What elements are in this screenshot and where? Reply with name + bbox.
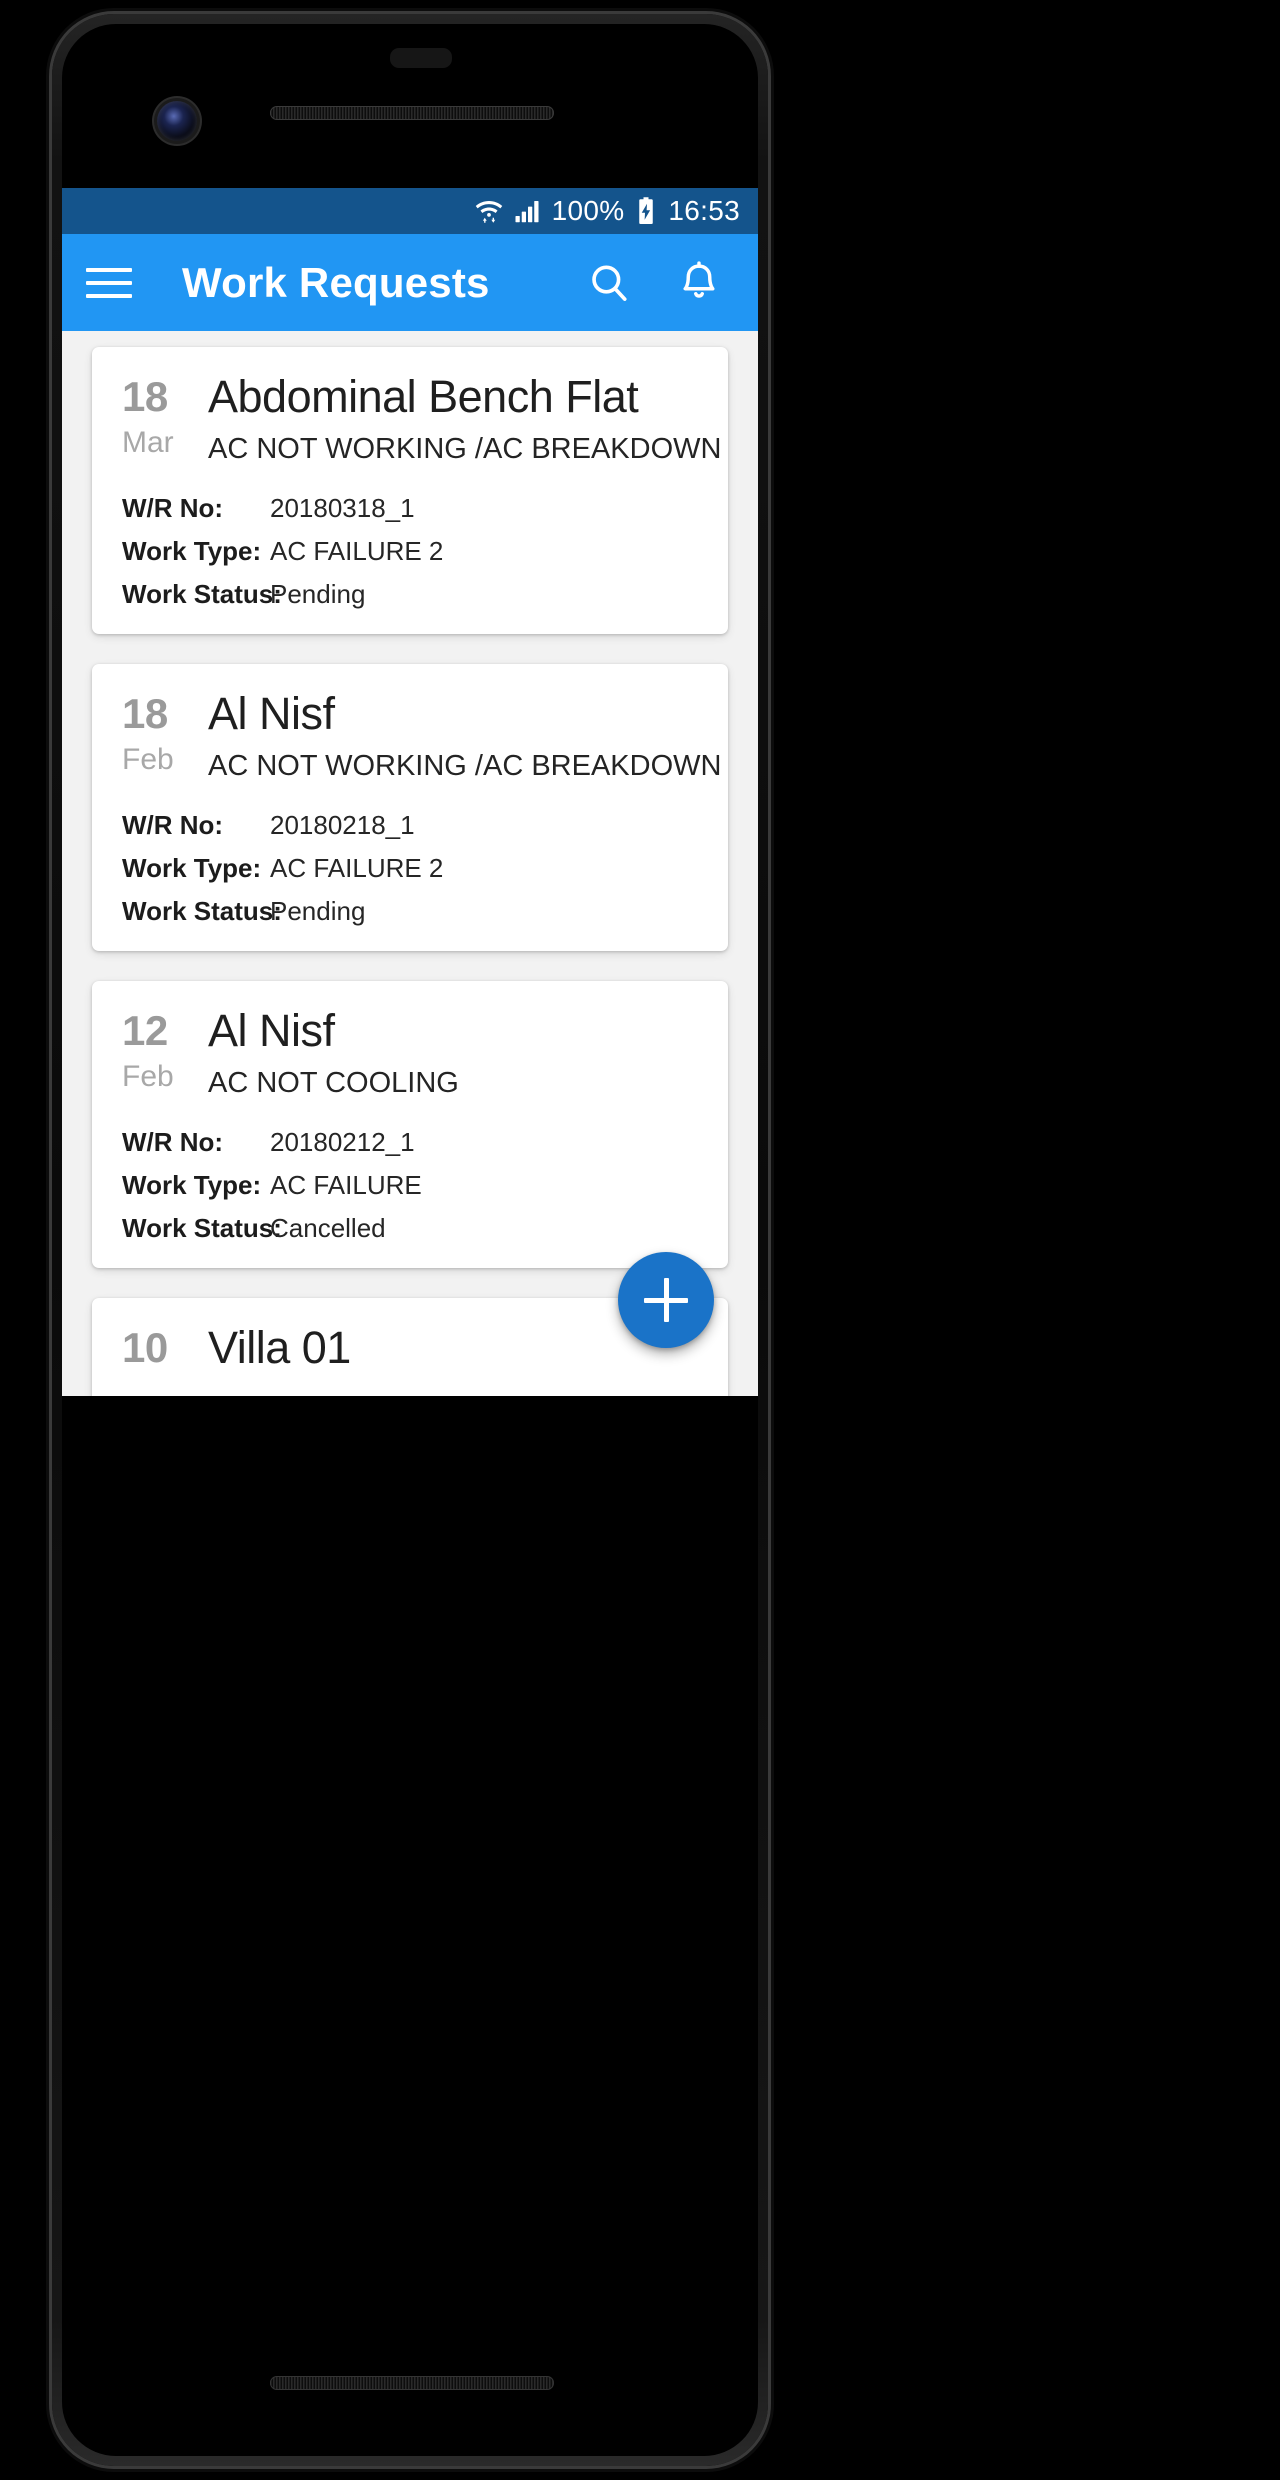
work-request-card[interactable]: 12 Feb Al Nisf AC NOT COOLING W/R No: 20… (92, 981, 728, 1269)
work-type-label: Work Type: (122, 853, 262, 884)
card-details: W/R No: 20180212_1 Work Type: AC FAILURE… (122, 1127, 698, 1244)
front-camera-icon (157, 101, 197, 141)
battery-charging-icon (633, 196, 659, 226)
card-date: 12 Feb (122, 1007, 208, 1100)
menu-line (86, 267, 132, 272)
card-title: Villa 01 (208, 1322, 351, 1374)
status-bar: 100% 16:53 (62, 188, 758, 234)
wr-no-value: 20180218_1 (270, 810, 415, 841)
card-date-day: 10 (122, 1324, 168, 1372)
hamburger-menu-icon[interactable] (86, 255, 142, 311)
battery-percent-label: 100% (551, 195, 625, 226)
card-date: 10 (122, 1324, 208, 1371)
wr-no-value: 20180212_1 (270, 1127, 415, 1158)
detail-row-work-status: Work Status: Cancelled (122, 1213, 698, 1244)
work-status-value: Cancelled (270, 1213, 386, 1244)
earpiece-speaker-grille (270, 106, 554, 120)
detail-row-work-status: Work Status: Pending (122, 896, 698, 927)
card-subtitle: AC NOT WORKING /AC BREAKDOWN (208, 432, 722, 465)
card-header-text: Villa 01 (208, 1324, 698, 1382)
proximity-sensor (390, 48, 452, 68)
search-icon[interactable] (578, 252, 640, 314)
card-header: 12 Feb Al Nisf AC NOT COOLING (122, 1007, 698, 1101)
plus-icon (663, 1278, 669, 1322)
card-header: 10 Villa 01 (122, 1324, 698, 1382)
card-header-text: Abdominal Bench Flat AC NOT WORKING /AC … (208, 371, 722, 467)
work-status-value: Pending (270, 896, 366, 927)
card-date: 18 Mar (122, 373, 208, 466)
app-bar: Work Requests (62, 234, 758, 331)
wr-no-label: W/R No: (122, 493, 224, 524)
work-type-value: AC FAILURE 2 (270, 536, 444, 567)
card-date-month: Feb (122, 742, 174, 776)
card-title: Al Nisf (208, 688, 335, 740)
device-glass: 100% 16:53 Work Requests 18 Mar Abdomina… (62, 24, 758, 2456)
card-title: Al Nisf (208, 1005, 335, 1057)
add-work-request-button[interactable] (618, 1252, 714, 1348)
detail-row-work-type: Work Type: AC FAILURE 2 (122, 853, 698, 884)
clock-label: 16:53 (668, 195, 740, 226)
work-type-value: AC FAILURE 2 (270, 853, 444, 884)
detail-row-work-type: Work Type: AC FAILURE 2 (122, 536, 698, 567)
card-date-day: 18 (122, 690, 168, 738)
card-details: W/R No: 20180218_1 Work Type: AC FAILURE… (122, 810, 698, 927)
page-title: Work Requests (182, 258, 490, 306)
bell-icon[interactable] (668, 252, 730, 314)
card-date-day: 12 (122, 1007, 168, 1055)
detail-row-work-type: Work Type: AC FAILURE (122, 1170, 698, 1201)
card-header-text: Al Nisf AC NOT WORKING /AC BREAKDOWN (208, 688, 722, 784)
card-date-day: 18 (122, 373, 168, 420)
card-date-month: Feb (122, 1059, 174, 1093)
card-details: W/R No: 20180318_1 Work Type: AC FAILURE… (122, 493, 698, 610)
detail-row-wr-no: W/R No: 20180318_1 (122, 493, 698, 524)
work-request-card[interactable]: 18 Feb Al Nisf AC NOT WORKING /AC BREAKD… (92, 664, 728, 952)
card-date: 18 Feb (122, 690, 208, 783)
work-status-value: Pending (270, 579, 366, 610)
card-header: 18 Feb Al Nisf AC NOT WORKING /AC BREAKD… (122, 688, 722, 784)
menu-line (86, 293, 132, 298)
detail-row-wr-no: W/R No: 20180212_1 (122, 1127, 698, 1158)
card-subtitle: AC NOT COOLING (208, 1066, 459, 1099)
cellular-signal-icon (513, 196, 543, 226)
work-status-label: Work Status: (122, 1213, 282, 1244)
work-request-card[interactable]: 18 Mar Abdominal Bench Flat AC NOT WORKI… (92, 347, 728, 635)
card-subtitle: AC NOT WORKING /AC BREAKDOWN (208, 749, 722, 782)
phone-device-frame: 100% 16:53 Work Requests 18 Mar Abdomina… (52, 14, 768, 2466)
card-header-text: Al Nisf AC NOT COOLING (208, 1007, 698, 1101)
wr-no-value: 20180318_1 (270, 493, 415, 524)
detail-row-wr-no: W/R No: 20180218_1 (122, 810, 698, 841)
card-header: 18 Mar Abdominal Bench Flat AC NOT WORKI… (122, 371, 722, 467)
wr-no-label: W/R No: (122, 810, 224, 841)
work-type-label: Work Type: (122, 1170, 262, 1201)
card-title: Abdominal Bench Flat (208, 371, 639, 422)
card-date-month: Mar (122, 425, 174, 459)
work-type-label: Work Type: (122, 536, 262, 567)
wifi-icon (474, 196, 504, 226)
work-status-label: Work Status: (122, 579, 282, 610)
work-request-list[interactable]: 18 Mar Abdominal Bench Flat AC NOT WORKI… (62, 331, 758, 1396)
bottom-speaker-grille (270, 2376, 554, 2390)
work-type-value: AC FAILURE (270, 1170, 422, 1201)
detail-row-work-status: Work Status: Pending (122, 579, 698, 610)
menu-line (86, 280, 132, 285)
wr-no-label: W/R No: (122, 1127, 224, 1158)
phone-screen: 100% 16:53 Work Requests 18 Mar Abdomina… (62, 188, 758, 1396)
work-status-label: Work Status: (122, 896, 282, 927)
